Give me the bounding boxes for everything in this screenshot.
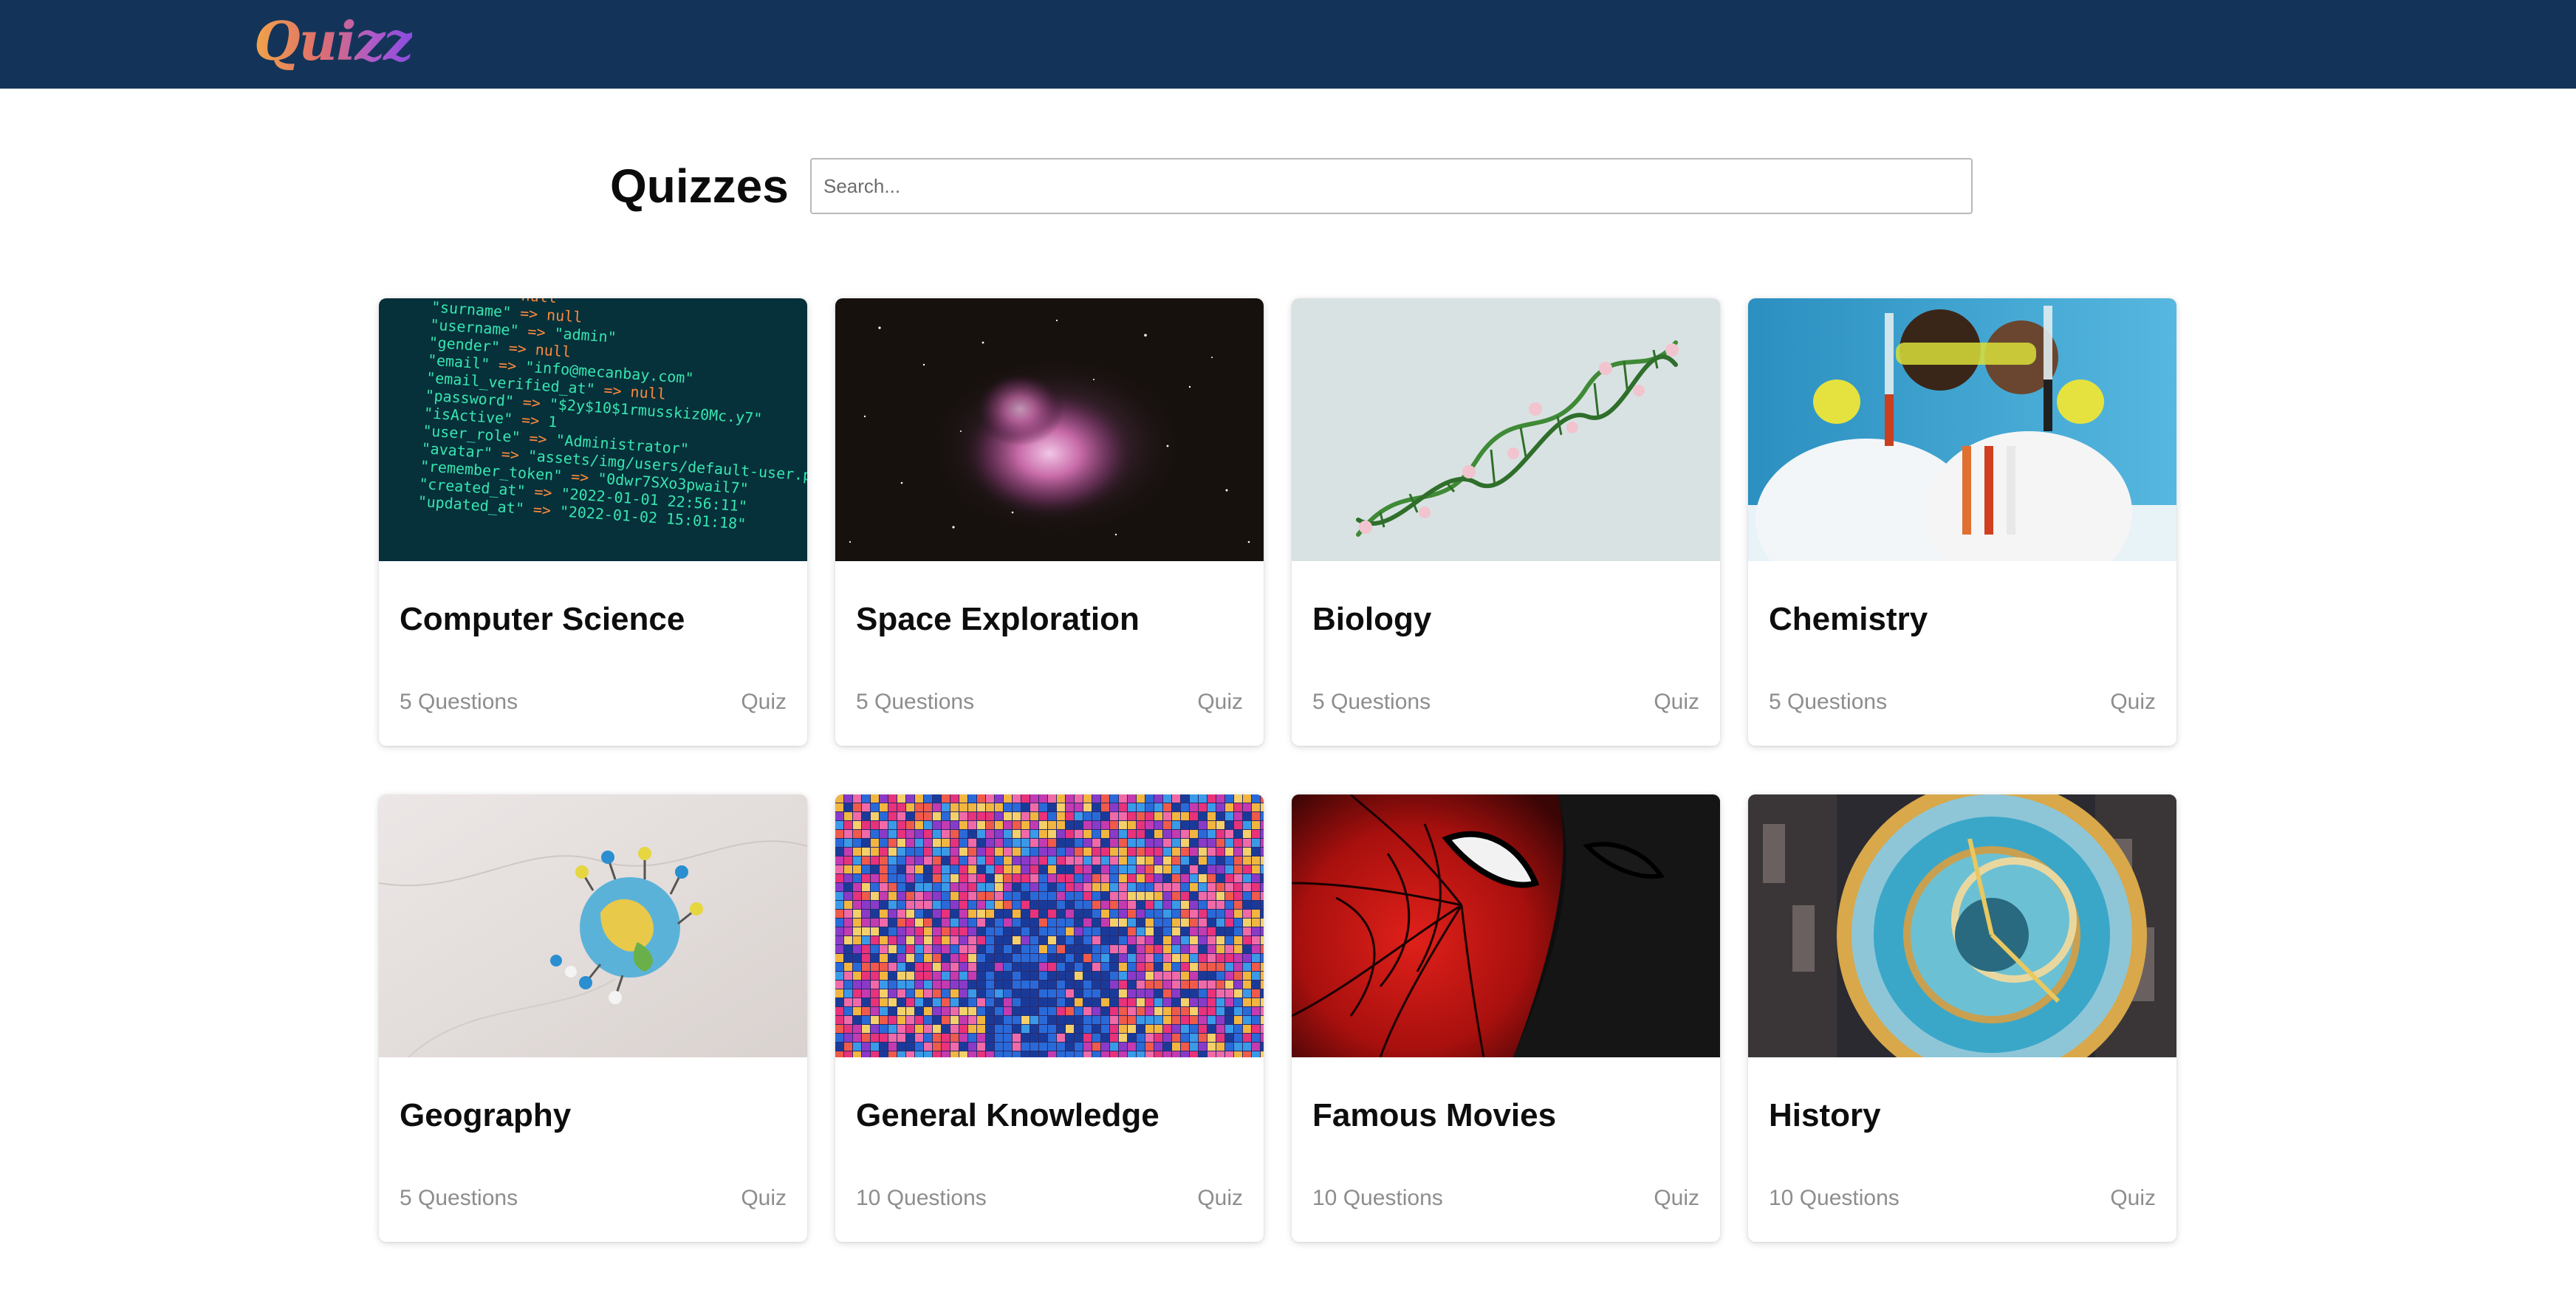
quiz-type-label: Quiz	[741, 690, 787, 714]
astronomical-clock-image	[1748, 794, 2176, 1057]
top-navbar: Quizz	[0, 0, 2576, 89]
quiz-type-label: Quiz	[1654, 1186, 1699, 1210]
globe-pins-image	[379, 794, 807, 1057]
quiz-question-count: 10 Questions	[1769, 1186, 1900, 1210]
quiz-question-count: 5 Questions	[1312, 690, 1431, 714]
quiz-card-space-exploration[interactable]: Space Exploration 5 Questions Quiz	[835, 298, 1264, 746]
quiz-card-title: Space Exploration	[856, 601, 1140, 637]
quiz-type-label: Quiz	[741, 1186, 787, 1210]
quiz-card-chemistry[interactable]: Chemistry 5 Questions Quiz	[1748, 298, 2176, 746]
spiderman-mask-image	[1292, 794, 1720, 1057]
quiz-question-count: 10 Questions	[856, 1186, 987, 1210]
quiz-type-label: Quiz	[1654, 690, 1699, 714]
quiz-type-label: Quiz	[1197, 690, 1243, 714]
quiz-card-title: Computer Science	[400, 601, 685, 637]
search-input[interactable]	[810, 158, 1973, 214]
quiz-type-label: Quiz	[2110, 1186, 2156, 1210]
chemists-lab-image	[1748, 298, 2176, 561]
quiz-type-label: Quiz	[2110, 690, 2156, 714]
quiz-card-history[interactable]: History 10 Questions Quiz	[1748, 794, 2176, 1242]
quiz-grid: "name" => null "surname" => null "userna…	[379, 298, 2176, 1242]
quiz-card-title: General Knowledge	[856, 1097, 1159, 1133]
page-title: Quizzes	[610, 159, 789, 213]
dna-flowers-image	[1292, 298, 1720, 561]
quiz-card-title: Chemistry	[1769, 601, 1928, 637]
quiz-question-count: 5 Questions	[1769, 690, 1888, 714]
quiz-card-geography[interactable]: Geography 5 Questions Quiz	[379, 794, 807, 1242]
quiz-card-title: Biology	[1312, 601, 1432, 637]
quiz-question-count: 10 Questions	[1312, 1186, 1443, 1210]
quiz-card-biology[interactable]: Biology 5 Questions Quiz	[1292, 298, 1720, 746]
quiz-card-title: Famous Movies	[1312, 1097, 1557, 1133]
quiz-question-count: 5 Questions	[400, 1186, 518, 1210]
quiz-card-title: Geography	[400, 1097, 572, 1133]
quiz-card-famous-movies[interactable]: Famous Movies 10 Questions Quiz	[1292, 794, 1720, 1242]
quiz-type-label: Quiz	[1197, 1186, 1243, 1210]
quizz-logo[interactable]: Quizz	[254, 10, 414, 72]
quiz-card-computer-science[interactable]: "name" => null "surname" => null "userna…	[379, 298, 807, 746]
quiz-question-count: 5 Questions	[400, 690, 518, 714]
orion-nebula-image	[835, 298, 1264, 561]
quiz-question-count: 5 Questions	[856, 690, 975, 714]
colorful-pixel-art-image	[835, 794, 1264, 1057]
code-terminal-image: "name" => null "surname" => null "userna…	[379, 298, 807, 561]
quiz-card-title: History	[1769, 1097, 1881, 1133]
quiz-card-general-knowledge[interactable]: General Knowledge 10 Questions Quiz	[835, 794, 1264, 1242]
